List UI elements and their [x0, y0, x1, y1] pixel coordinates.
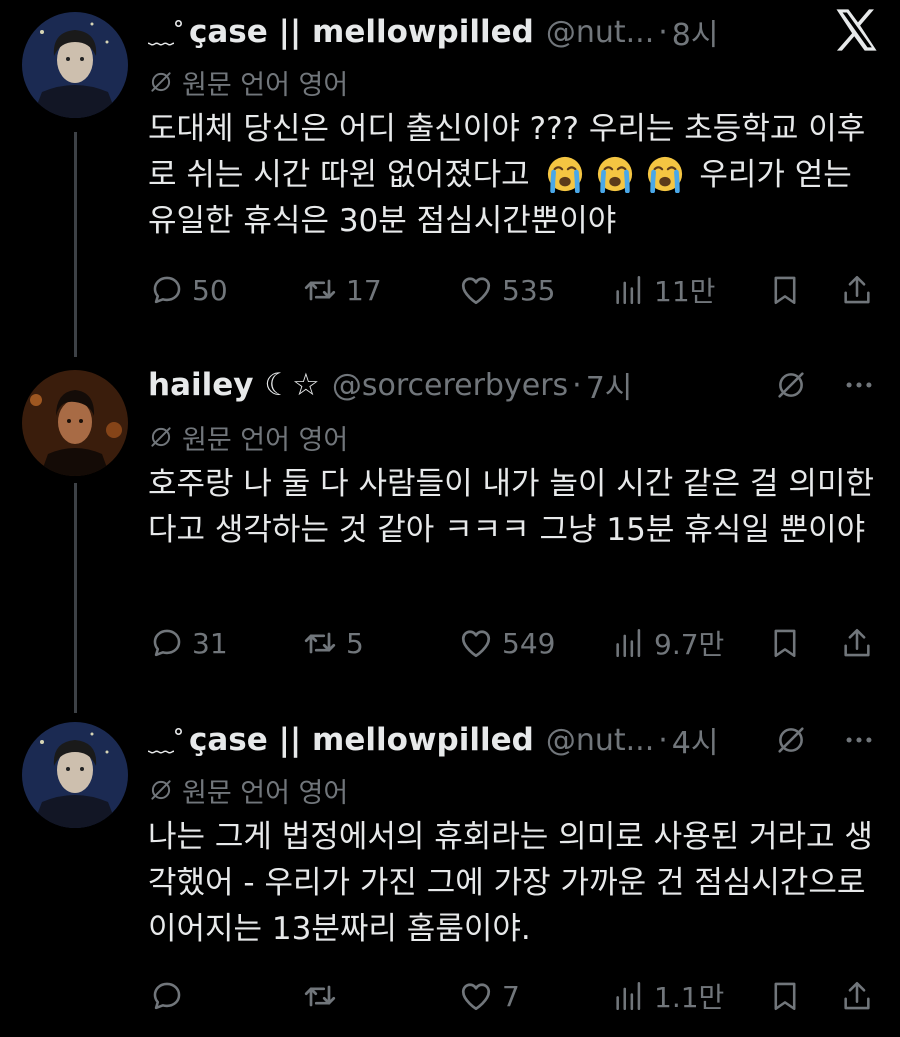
views-button[interactable]: 1.1만: [612, 974, 724, 1018]
share-button[interactable]: [840, 268, 882, 312]
views-icon: [612, 626, 646, 660]
reply-icon: [150, 273, 184, 307]
thread-line: [74, 132, 77, 357]
repost-count: 5: [346, 626, 364, 660]
translation-label: 원문 언어 영어: [182, 777, 349, 809]
action-bar: 31 5 549 9.7만: [150, 621, 880, 665]
tweet-header: ﹏˚ ҫase || mellowpilled @nut... · 8시: [148, 8, 876, 56]
bookmark-icon: [768, 979, 802, 1013]
tweet-header: hailey ☾☆ @sorcererbyers · 7시: [148, 361, 876, 409]
thread-line: [74, 483, 77, 713]
user-handle[interactable]: @nut...: [546, 723, 654, 758]
user-handle[interactable]: @sorcererbyers: [332, 368, 568, 403]
repost-count: 17: [346, 273, 382, 307]
view-count: 9.7만: [654, 628, 725, 661]
separator-dot: ·: [572, 367, 582, 403]
translation-note[interactable]: 원문 언어 영어: [148, 417, 348, 457]
share-icon: [840, 273, 874, 307]
repost-button[interactable]: 5: [302, 621, 364, 665]
loudly-crying-face-icon: [646, 155, 684, 193]
share-icon: [840, 626, 874, 660]
repost-icon: [302, 272, 338, 308]
user-handle[interactable]: @nut...: [546, 15, 654, 50]
tweet-text: 호주랑 나 둘 다 사람들이 내가 놀이 시간 같은 걸 의미한다고 생각하는 …: [148, 466, 874, 548]
reply-button[interactable]: 50: [150, 268, 228, 312]
like-count: 7: [502, 979, 520, 1013]
tweet-text: 나는 그게 법정에서의 휴회라는 의미로 사용된 거라고 생각했어 - 우리가 …: [148, 819, 873, 947]
separator-dot: ·: [658, 14, 668, 50]
bookmark-icon: [768, 626, 802, 660]
heart-icon: [458, 978, 494, 1014]
loudly-crying-face-icon: [546, 155, 584, 193]
repost-icon: [302, 625, 338, 661]
translation-label: 원문 언어 영어: [182, 424, 349, 456]
reply-count: 50: [192, 273, 228, 307]
like-count: 535: [502, 273, 556, 307]
loudly-crying-face-icon: [596, 155, 634, 193]
views-icon: [612, 979, 646, 1013]
translation-note[interactable]: 원문 언어 영어: [148, 62, 348, 102]
tweet-text: 도대체 당신은 어디 출신이야 ??? 우리는 초등학교 이후로 쉬는 시간 따…: [148, 106, 878, 244]
grok-icon[interactable]: [774, 723, 808, 757]
view-count: 11만: [654, 275, 716, 308]
view-count: 1.1만: [654, 981, 725, 1014]
like-count: 549: [502, 626, 556, 660]
share-button[interactable]: [840, 974, 882, 1018]
views-icon: [612, 273, 646, 307]
views-button[interactable]: 11만: [612, 268, 715, 312]
name-decoration: ﹏˚: [148, 19, 185, 50]
timestamp[interactable]: 4시: [672, 718, 719, 762]
heart-icon: [458, 625, 494, 661]
repost-icon: [302, 978, 338, 1014]
separator-dot: ·: [658, 722, 668, 758]
bookmark-button[interactable]: [768, 621, 810, 665]
timestamp[interactable]: 7시: [586, 363, 633, 407]
like-button[interactable]: 7: [458, 974, 520, 1018]
name-decoration: ﹏˚: [148, 727, 185, 758]
share-icon: [840, 979, 874, 1013]
reply-icon: [150, 979, 184, 1013]
reply-button[interactable]: 31: [150, 621, 228, 665]
tweet[interactable]: hailey ☾☆ @sorcererbyers · 7시 원문 언어 영어 호…: [0, 355, 900, 713]
grok-icon: [148, 424, 174, 450]
translation-label: 원문 언어 영어: [182, 69, 349, 101]
action-bar: 50 17 535 11만: [150, 268, 880, 312]
share-button[interactable]: [840, 621, 882, 665]
avatar[interactable]: [22, 722, 128, 828]
bookmark-button[interactable]: [768, 974, 810, 1018]
more-options-icon[interactable]: [842, 723, 876, 757]
timestamp[interactable]: 8시: [672, 10, 719, 54]
tweet[interactable]: ﹏˚ ҫase || mellowpilled @nut... · 4시 원문 …: [0, 710, 900, 1037]
avatar[interactable]: [22, 12, 128, 118]
bookmark-button[interactable]: [768, 268, 810, 312]
display-name[interactable]: ҫase || mellowpilled: [189, 722, 534, 758]
heart-icon: [458, 272, 494, 308]
repost-button[interactable]: 17: [302, 268, 382, 312]
reply-icon: [150, 626, 184, 660]
tweet-header: ﹏˚ ҫase || mellowpilled @nut... · 4시: [148, 716, 876, 764]
translation-note[interactable]: 원문 언어 영어: [148, 770, 348, 810]
views-button[interactable]: 9.7만: [612, 621, 724, 665]
avatar[interactable]: [22, 370, 128, 476]
grok-icon: [148, 777, 174, 803]
reply-count: 31: [192, 626, 228, 660]
tweet[interactable]: ﹏˚ ҫase || mellowpilled @nut... · 8시 원문 …: [0, 0, 900, 357]
more-options-icon[interactable]: [842, 368, 876, 402]
bookmark-icon: [768, 273, 802, 307]
like-button[interactable]: 535: [458, 268, 555, 312]
display-name[interactable]: ҫase || mellowpilled: [189, 14, 534, 50]
repost-button[interactable]: [302, 974, 346, 1018]
grok-icon: [148, 69, 174, 95]
display-name[interactable]: hailey ☾☆: [148, 367, 320, 403]
action-bar: 7 1.1만: [150, 974, 880, 1018]
reply-button[interactable]: [150, 974, 192, 1018]
grok-icon[interactable]: [774, 368, 808, 402]
like-button[interactable]: 549: [458, 621, 555, 665]
